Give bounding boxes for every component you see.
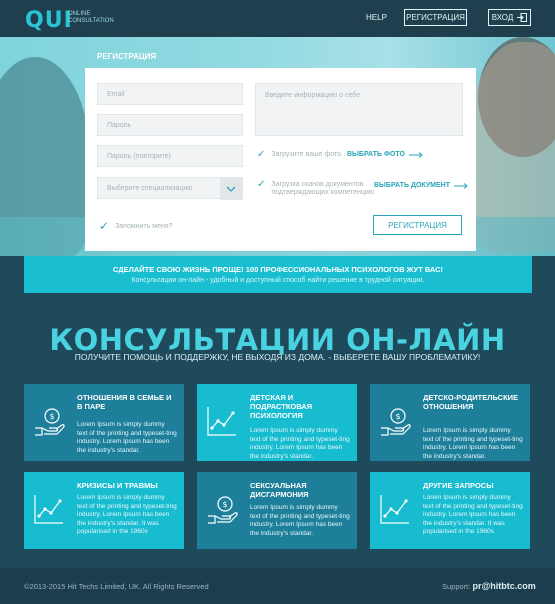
arrow-right-icon <box>408 151 423 158</box>
tile-text: Lorem Ipsum is simply dummy text of the … <box>250 504 350 537</box>
email-placeholder: Email <box>107 90 125 98</box>
register-button-label: РЕГИСТРАЦИЯ <box>406 13 465 22</box>
remember-me-checkbox[interactable]: ✓ Запомнить меня? <box>99 219 173 233</box>
banner-subtitle: Консультации он-лайн - удобный и доступн… <box>131 277 425 284</box>
tile-title: Другие запросы <box>423 481 494 490</box>
tile-other-requests[interactable]: Другие запросы Lorem Ipsum is simply dum… <box>370 472 530 549</box>
tile-title: Кризисы и травмы <box>77 481 158 490</box>
chart-icon <box>207 407 236 436</box>
svg-text:$: $ <box>222 500 227 509</box>
tile-text: Lorem Ipsum is simply dummy text of the … <box>250 427 350 460</box>
tile-title: Детская и подрастковая психология <box>250 393 313 420</box>
tile-crisis-trauma[interactable]: Кризисы и травмы Lorem Ipsum is simply d… <box>24 472 184 549</box>
tile-title: Сексуальная дисгармония <box>250 481 309 499</box>
document-upload-label-line1: Загрузка сканов документов <box>271 181 364 188</box>
hand-money-icon: $ <box>208 496 238 524</box>
specialization-select[interactable]: Выберите специализацию <box>97 177 243 200</box>
login-icon <box>517 13 528 22</box>
svg-text:$: $ <box>395 412 400 421</box>
email-field[interactable]: Email <box>97 83 243 105</box>
hand-money-icon: $ <box>381 408 411 436</box>
login-button[interactable]: ВХОД <box>488 9 531 26</box>
support-contact: Support: pr@hitbtc.com <box>442 581 536 591</box>
tile-text: Lorem Ipsum is simply dummy text of the … <box>77 494 177 535</box>
remember-me-label: Запомнить меня? <box>115 223 173 230</box>
section-subtitle: Получите помощь и поддержку, не выходя и… <box>74 352 481 362</box>
tile-title: Отношения в семье и в паре <box>77 393 172 411</box>
password-placeholder: Пароль <box>107 121 132 129</box>
tile-parent-child[interactable]: $ Детско-родительские отношения Lorem Ip… <box>370 384 530 461</box>
choose-photo-label: ВЫБРАТЬ ФОТО <box>347 151 405 158</box>
document-upload-label-line2: подтверждающих компетенцию <box>271 189 375 196</box>
svg-text:$: $ <box>49 412 54 421</box>
tile-text: Lorem Ipsum is simply dummy text of the … <box>77 421 177 454</box>
support-label: Support: <box>442 582 471 591</box>
specialization-placeholder: Выберите специализацию <box>107 184 193 192</box>
choose-document-link[interactable]: ВЫБРАТЬ ДОКУМЕНТ <box>374 182 468 189</box>
banner-title: Сделайте свою жизнь проще! 100 профессио… <box>112 265 444 274</box>
arrow-right-icon <box>454 182 468 189</box>
choose-photo-link[interactable]: ВЫБРАТЬ ФОТО <box>347 151 423 158</box>
tile-text: Lorem Ipsum is simply dummy text of the … <box>423 427 523 460</box>
password-field[interactable]: Пароль <box>97 114 243 136</box>
chart-icon <box>34 495 63 524</box>
password-repeat-field[interactable]: Пароль (повторите) <box>97 145 243 167</box>
check-icon: ✓ <box>99 219 110 233</box>
password-repeat-placeholder: Пароль (повторите) <box>107 152 171 160</box>
photo-upload-row: ✓ Загрузите ваше фото <box>257 149 341 160</box>
hand-money-icon: $ <box>35 408 65 436</box>
copyright: ©2013-2015 Hit Techs Limited, UK. All Ri… <box>24 582 209 591</box>
chevron-down-icon[interactable] <box>220 178 242 200</box>
choose-document-label: ВЫБРАТЬ ДОКУМЕНТ <box>374 182 451 189</box>
help-link[interactable]: HELP <box>366 13 387 22</box>
document-upload-label: Загрузка сканов документов подтверждающи… <box>271 181 374 197</box>
check-icon: ✓ <box>257 149 266 160</box>
footer: ©2013-2015 Hit Techs Limited, UK. All Ri… <box>0 568 555 604</box>
tile-family-relations[interactable]: $ Отношения в семье и в паре Lorem Ipsum… <box>24 384 184 461</box>
check-icon: ✓ <box>257 179 266 190</box>
submit-registration-button[interactable]: Регистрация <box>373 215 462 235</box>
promo-banner: Сделайте свою жизнь проще! 100 профессио… <box>24 256 532 293</box>
tile-title: Детско-родительские отношения <box>423 393 519 411</box>
tile-sexual-disharmony[interactable]: $ Сексуальная дисгармония Lorem Ipsum is… <box>197 472 357 549</box>
logo[interactable]: QUI <box>25 8 73 33</box>
photo-upload-label: Загрузите ваше фото <box>271 151 341 158</box>
submit-registration-label: Регистрация <box>388 220 447 230</box>
tile-text: Lorem Ipsum is simply dummy text of the … <box>423 494 523 535</box>
top-bar: QUI Online consultation HELP РЕГИСТРАЦИЯ… <box>0 0 555 37</box>
chart-icon <box>380 495 409 524</box>
logo-tagline: Online consultation <box>68 11 114 24</box>
register-button[interactable]: РЕГИСТРАЦИЯ <box>404 9 467 26</box>
tile-child-psychology[interactable]: Детская и подрастковая психология Lorem … <box>197 384 357 461</box>
about-placeholder: Введите информацию о себе <box>265 92 361 99</box>
document-upload-row: ✓ Загрузка сканов документов подтверждаю… <box>257 179 374 197</box>
support-email-link[interactable]: pr@hitbtc.com <box>472 581 535 591</box>
about-textarea[interactable]: Введите информацию о себе <box>255 83 463 136</box>
registration-title: Регистрация <box>97 52 157 61</box>
login-button-label: ВХОД <box>491 13 514 22</box>
